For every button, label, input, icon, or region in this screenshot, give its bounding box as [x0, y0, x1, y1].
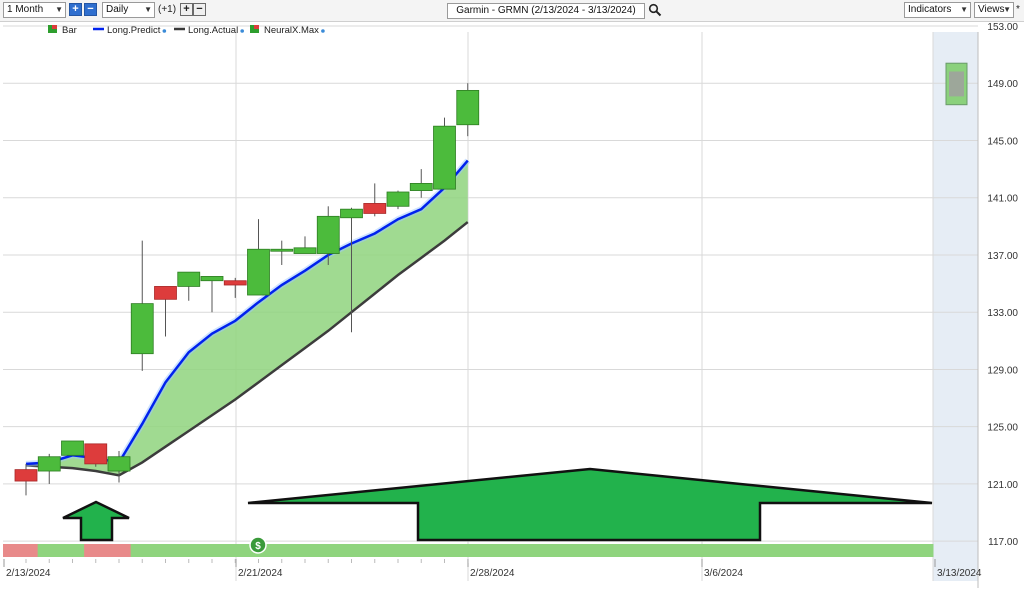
period-select[interactable]: 1 Month ▼: [3, 2, 66, 18]
x-tick-label: 3/6/2024: [704, 568, 743, 579]
symbol-title[interactable]: Garmin - GRMN (2/13/2024 - 3/13/2024): [447, 3, 645, 19]
candle-body: [154, 286, 177, 300]
candle-body: [270, 248, 294, 252]
candle-body: [130, 303, 154, 355]
info-dot-icon: [321, 29, 325, 33]
signal-bar-segment: [293, 544, 318, 557]
candle-body: [84, 443, 108, 465]
chevron-down-icon: ▼: [1003, 5, 1011, 14]
offset-plus-button[interactable]: +: [180, 3, 193, 16]
signal-bar-segment: [84, 544, 108, 557]
signal-bar-segment: [223, 544, 248, 557]
legend-label: Long.Actual: [188, 25, 238, 36]
signal-bar-segment: [177, 544, 201, 557]
x-tick-label: 2/13/2024: [6, 568, 51, 579]
info-dot-icon: [162, 29, 167, 33]
y-tick-label: 145.00: [987, 136, 1018, 147]
candle-body: [340, 208, 363, 219]
search-button[interactable]: [648, 3, 662, 17]
y-tick-label: 137.00: [987, 251, 1018, 262]
candle-body: [200, 276, 224, 282]
interval-value: Daily: [106, 4, 129, 15]
signal-bar-segment: [130, 544, 155, 557]
buy-arrow-icon: [62, 500, 130, 542]
chevron-down-icon: ▼: [960, 5, 968, 14]
legend-label: NeuralX.Max: [264, 25, 319, 36]
indicators-label: Indicators: [908, 4, 952, 15]
candle-body: [386, 191, 410, 207]
signal-bar-segment: [200, 544, 225, 557]
signal-bar-segment: [386, 544, 411, 557]
candle-body: [293, 247, 317, 254]
signal-bar-segment: [37, 544, 62, 557]
period-value: 1 Month: [7, 4, 44, 15]
candle-body: [37, 456, 61, 472]
x-tick-label: 2/21/2024: [238, 568, 283, 579]
neuralx-signal-shape: [247, 467, 933, 542]
plus-button[interactable]: +: [69, 3, 82, 16]
legend-item: NeuralX.Max: [250, 25, 325, 36]
y-tick-label: 125.00: [987, 423, 1018, 434]
signal-bar-segment: [432, 544, 457, 557]
legend-item: Bar: [48, 25, 77, 36]
indicators-button[interactable]: Indicators ▼: [904, 2, 971, 18]
legend-item: Long.Predict: [93, 25, 167, 36]
offset-minus-button[interactable]: −: [193, 3, 206, 16]
legend-label: Bar: [62, 25, 77, 36]
candle-body: [456, 89, 480, 126]
views-label: Views: [978, 4, 1005, 15]
x-tick-label: 2/28/2024: [470, 568, 515, 579]
legend-label: Long.Predict: [107, 25, 161, 36]
minus-button[interactable]: −: [84, 3, 97, 16]
chart-area[interactable]: 153.00 149.00 145.00 141.00 137.00 133.00 129.…: [0, 22, 1024, 588]
candle-body: [107, 456, 131, 472]
y-tick-label: 117.00: [988, 537, 1018, 548]
legend-swatch-accent: [254, 25, 259, 29]
projection-zone: [933, 32, 978, 581]
y-tick-label: 129.00: [987, 365, 1018, 376]
signal-bar-segment: [409, 544, 434, 557]
signal-bar-segment: [339, 544, 364, 557]
y-tick-label: 141.00: [987, 194, 1018, 205]
chevron-down-icon: ▼: [144, 5, 152, 14]
candle-body: [433, 125, 456, 190]
candle-body: [177, 271, 201, 287]
dollar-icon-glyph: $: [255, 541, 261, 552]
signal-bar-segment: [363, 544, 387, 557]
candle-body: [409, 183, 433, 191]
y-tick-label: 133.00: [987, 308, 1018, 319]
legend-swatch-accent: [52, 25, 57, 29]
candle-body: [61, 440, 84, 456]
signal-bar-segment: [60, 544, 85, 557]
candle-body: [247, 248, 270, 296]
search-icon: [648, 3, 662, 17]
projection-candle-core: [949, 71, 964, 97]
candle-body: [316, 215, 340, 254]
y-tick-label: 153.00: [987, 22, 1018, 33]
signal-bar-segment: [270, 544, 294, 557]
candle-body: [223, 280, 247, 286]
offset-label: (+1): [158, 4, 177, 15]
chevron-down-icon: ▼: [55, 5, 63, 14]
views-button[interactable]: Views ▼: [974, 2, 1014, 18]
interval-select[interactable]: Daily ▼: [102, 2, 155, 18]
candle-body: [363, 203, 387, 214]
signal-bar-segment: [316, 544, 341, 557]
y-tick-label: 121.00: [987, 480, 1018, 491]
x-tick-label: 3/13/2024: [937, 568, 982, 579]
prediction-band: [26, 160, 468, 476]
toolbar: 1 Month ▼ + − Daily ▼ (+1) + − Garmin - …: [0, 0, 1024, 22]
views-star: *: [1016, 4, 1020, 15]
signal-bar-segment: [456, 544, 934, 557]
signal-bar-segment: [153, 544, 178, 557]
legend-item: Long.Actual: [174, 25, 244, 36]
signal-bar-segment: [107, 544, 132, 557]
price-chart[interactable]: 153.00 149.00 145.00 141.00 137.00 133.00 129.…: [0, 22, 1024, 588]
candle-body: [14, 469, 38, 482]
signal-bar-segment: [3, 544, 39, 557]
info-dot-icon: [240, 29, 244, 33]
y-tick-label: 149.00: [987, 79, 1018, 90]
